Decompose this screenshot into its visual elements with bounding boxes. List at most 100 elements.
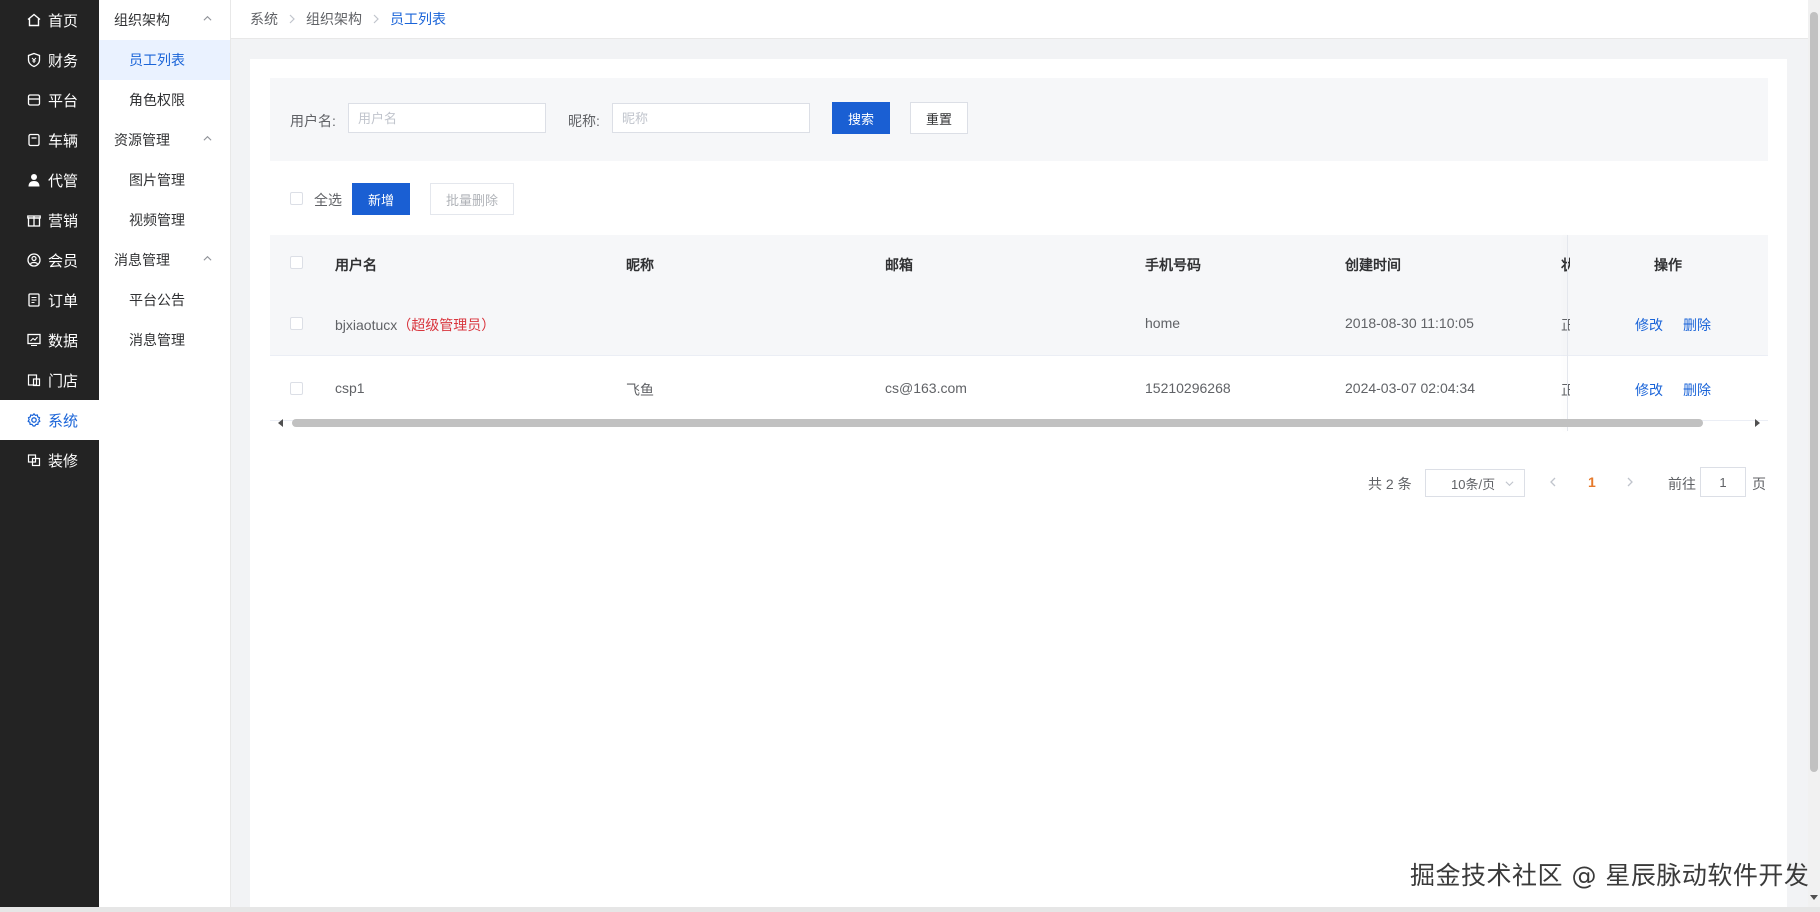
secondary-sidebar: 组织架构 员工列表 角色权限 资源管理 图片管理 视频管理 消息管理 平台公告 … (99, 0, 231, 907)
nav-item-store[interactable]: 门店 (0, 360, 99, 400)
nav-item-label: 营销 (48, 212, 79, 230)
cell-created: 2018-08-30 11:10:05 (1345, 315, 1474, 331)
scrollbar-thumb[interactable] (1810, 12, 1818, 772)
goto-label: 前往 (1668, 476, 1696, 492)
page-size-select[interactable]: 10条/页 (1425, 469, 1525, 497)
select-all-checkbox[interactable] (290, 192, 303, 205)
nav-item-platform[interactable]: 平台 (0, 80, 99, 120)
column-header-username: 用户名 (335, 257, 377, 273)
content-card: 用户名: 昵称: 搜索 重置 全选 新增 批量删除 用户名 昵称 邮箱 手机号码… (250, 59, 1787, 912)
add-button[interactable]: 新增 (352, 183, 410, 215)
nav-item-image-manage[interactable]: 图片管理 (99, 160, 230, 200)
nav-item-label: 车辆 (48, 132, 79, 150)
reset-button[interactable]: 重置 (910, 102, 968, 134)
nav-group-label: 组织架构 (114, 12, 170, 28)
page-vertical-scrollbar[interactable] (1808, 0, 1820, 907)
chevron-right-icon (371, 14, 381, 24)
cell-status: 正 (1561, 317, 1570, 333)
nav-item-marketing[interactable]: 营销 (0, 200, 99, 240)
watermark: 掘金技术社区 @ 星辰脉动软件开发 (1410, 861, 1810, 890)
table-row: bjxiaotucx（超级管理员） home 2018-08-30 11:10:… (270, 291, 1768, 356)
nav-item-vehicle[interactable]: 车辆 (0, 120, 99, 160)
nav-item-order[interactable]: 订单 (0, 280, 99, 320)
cell-status: 正 (1561, 382, 1570, 398)
nav-item-member[interactable]: 会员 (0, 240, 99, 280)
cell-created: 2024-03-07 02:04:34 (1345, 380, 1475, 396)
scroll-left-arrow-icon[interactable] (276, 418, 286, 428)
table-header: 用户名 昵称 邮箱 手机号码 创建时间 状 操作 (270, 235, 1768, 292)
gear-icon (25, 412, 42, 429)
column-header-status: 状 (1561, 257, 1570, 273)
cell-email: cs@163.com (885, 380, 967, 396)
nav-item-home[interactable]: 首页 (0, 0, 99, 40)
page-number-current[interactable]: 1 (1588, 474, 1596, 490)
platform-icon (25, 92, 42, 109)
row-select-checkbox[interactable] (290, 382, 303, 395)
chevron-right-icon (1627, 477, 1633, 487)
nav-item-platform-notice[interactable]: 平台公告 (99, 280, 230, 320)
delete-link[interactable]: 删除 (1683, 315, 1711, 335)
fixed-column-divider (1567, 235, 1568, 431)
column-header-phone: 手机号码 (1145, 257, 1201, 273)
pagination-total: 共 2 条 (1368, 476, 1412, 492)
cell-username: bjxiaotucx（超级管理员） (335, 317, 496, 333)
home-icon (25, 12, 42, 29)
nav-item-video-manage[interactable]: 视频管理 (99, 200, 230, 240)
scrollbar-thumb[interactable] (292, 419, 1703, 427)
primary-sidebar: 首页 财务 平台 车辆 代管 营销 会员 订单 数据 门店 系统 装修 (0, 0, 99, 907)
nav-item-finance[interactable]: 财务 (0, 40, 99, 80)
edit-link[interactable]: 修改 (1635, 315, 1663, 335)
search-button[interactable]: 搜索 (832, 102, 890, 134)
table-horizontal-scrollbar[interactable] (270, 416, 1768, 430)
nav-item-employee-list[interactable]: 员工列表 (99, 40, 230, 80)
column-header-created: 创建时间 (1345, 257, 1401, 273)
nav-item-label: 财务 (48, 52, 79, 70)
super-admin-tag: （超级管理员） (397, 317, 496, 333)
username-search-input[interactable] (348, 103, 546, 133)
vehicle-icon (25, 132, 42, 149)
delete-link[interactable]: 删除 (1683, 380, 1711, 400)
batch-delete-button[interactable]: 批量删除 (430, 183, 514, 215)
data-chart-icon (25, 332, 42, 349)
nav-item-agent[interactable]: 代管 (0, 160, 99, 200)
cell-username: csp1 (335, 380, 365, 396)
nav-group-org[interactable]: 组织架构 (99, 0, 230, 40)
scroll-right-arrow-icon[interactable] (1752, 418, 1762, 428)
chevron-up-icon (203, 255, 212, 261)
store-icon (25, 372, 42, 389)
nav-group-label: 资源管理 (114, 132, 170, 148)
nav-item-label: 装修 (48, 452, 79, 470)
table-row: csp1 飞鱼 cs@163.com 15210296268 2024-03-0… (270, 356, 1768, 421)
nav-item-system[interactable]: 系统 (0, 400, 99, 440)
chevron-up-icon (203, 135, 212, 141)
breadcrumb-item[interactable]: 系统 (250, 9, 278, 29)
nav-group-label: 消息管理 (114, 252, 170, 268)
cell-phone: 15210296268 (1145, 380, 1231, 396)
breadcrumb-item[interactable]: 组织架构 (306, 9, 362, 29)
goto-page-input[interactable] (1700, 467, 1746, 497)
nav-item-message-manage[interactable]: 消息管理 (99, 320, 230, 360)
next-page-button[interactable] (1623, 473, 1637, 491)
gift-icon (25, 212, 42, 229)
header-select-checkbox[interactable] (290, 256, 303, 269)
nickname-search-input[interactable] (612, 103, 810, 133)
decoration-icon (25, 452, 42, 469)
prev-page-button[interactable] (1546, 473, 1560, 491)
nav-group-resource[interactable]: 资源管理 (99, 120, 230, 160)
nav-item-data[interactable]: 数据 (0, 320, 99, 360)
nav-item-label: 订单 (48, 292, 79, 310)
select-all-label[interactable]: 全选 (314, 190, 342, 210)
chevron-right-icon (287, 14, 297, 24)
edit-link[interactable]: 修改 (1635, 380, 1663, 400)
nav-item-label: 平台 (48, 92, 79, 110)
nav-item-label: 系统 (48, 412, 79, 430)
nav-group-message[interactable]: 消息管理 (99, 240, 230, 280)
row-select-checkbox[interactable] (290, 317, 303, 330)
cell-nickname: 飞鱼 (626, 382, 654, 398)
nav-item-role-permission[interactable]: 角色权限 (99, 80, 230, 120)
nav-item-decoration[interactable]: 装修 (0, 440, 99, 480)
finance-shield-icon (25, 52, 42, 69)
window-bottom-edge (0, 907, 1820, 912)
nav-item-label: 门店 (48, 372, 79, 390)
scroll-down-arrow-icon[interactable] (1809, 892, 1819, 902)
